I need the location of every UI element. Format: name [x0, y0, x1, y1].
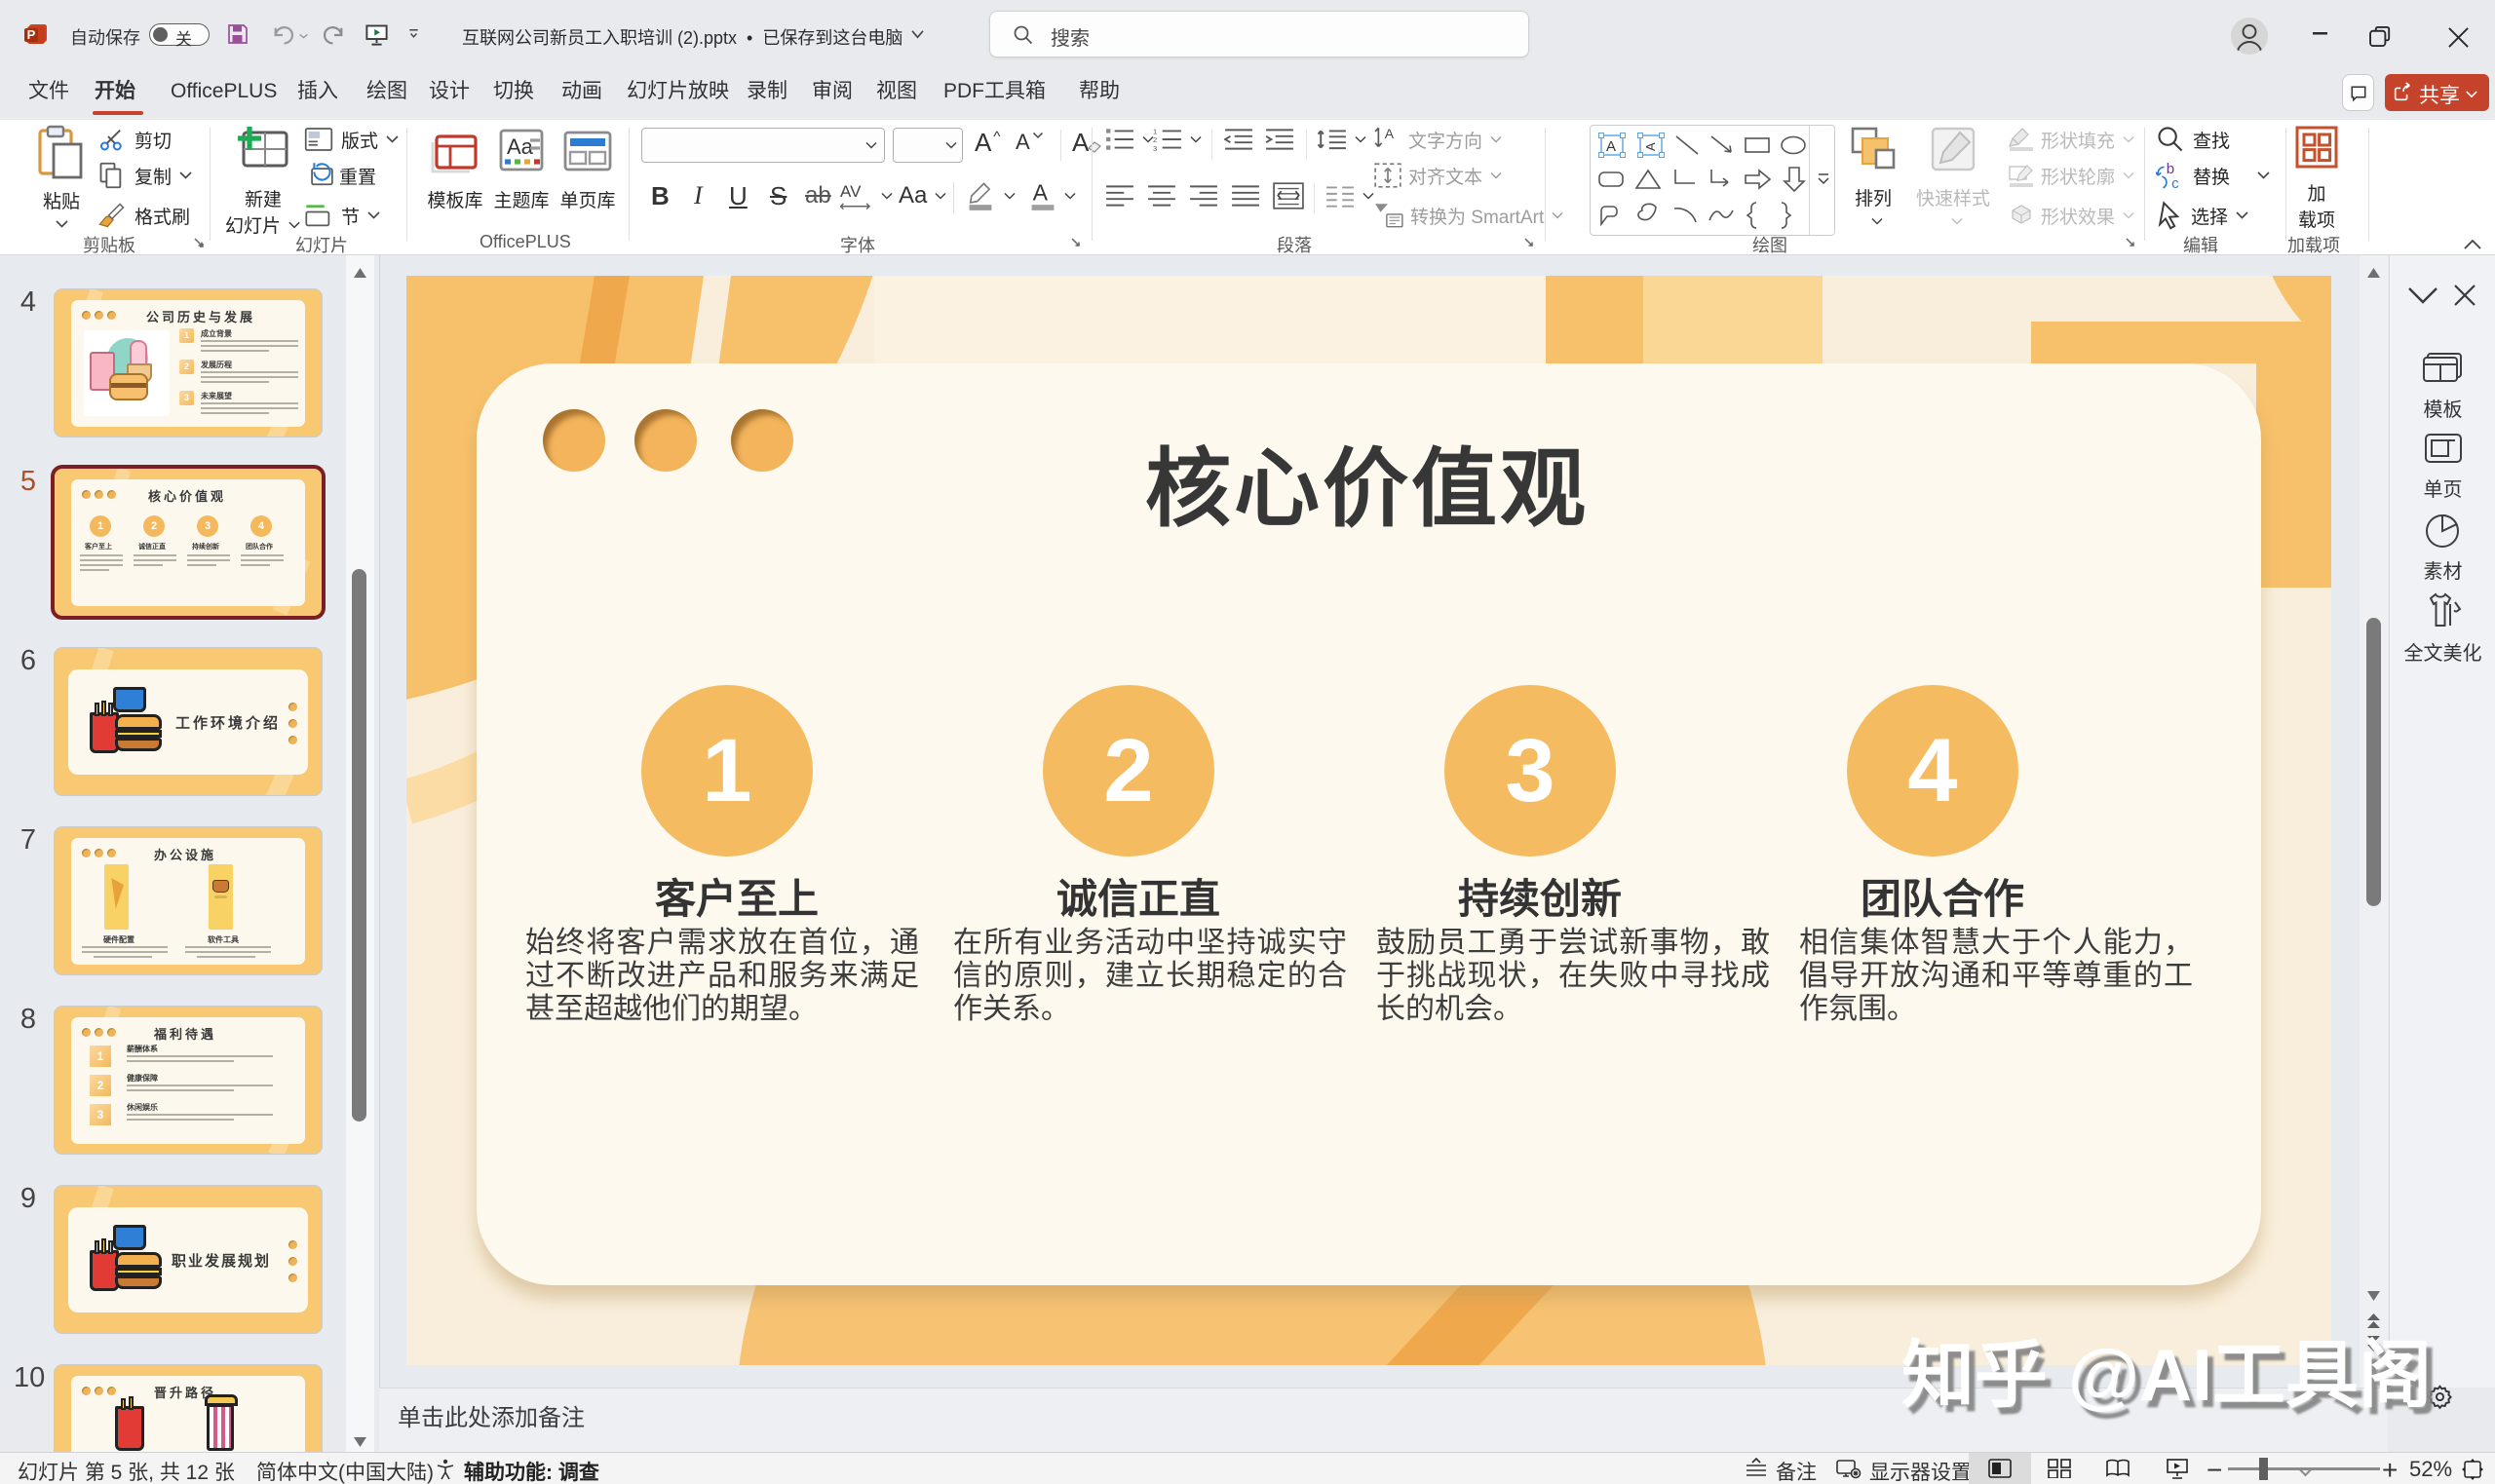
svg-text:A: A [1643, 142, 1658, 151]
svg-text:A: A [1033, 180, 1049, 206]
svg-text:c: c [2171, 175, 2179, 190]
svg-text:AV: AV [840, 182, 862, 201]
svg-text:3: 3 [1153, 144, 1157, 152]
svg-text:A: A [1606, 138, 1616, 155]
svg-text:A: A [1385, 126, 1395, 141]
svg-text:P: P [27, 27, 36, 42]
svg-text:Aa: Aa [507, 134, 534, 159]
